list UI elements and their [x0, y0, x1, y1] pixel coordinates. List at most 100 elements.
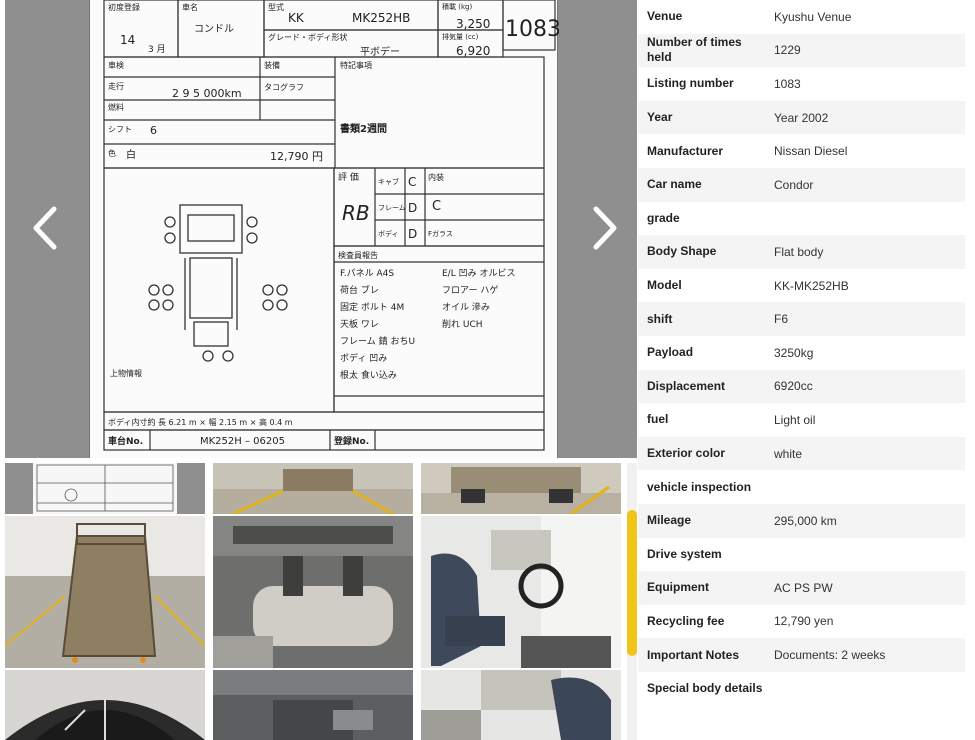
first-reg-label: 初度登録: [108, 2, 140, 12]
color-text: 白: [126, 148, 136, 161]
spec-row-times-held: Number of times held 1229: [638, 33, 965, 68]
spec-label: Number of times held: [647, 35, 742, 65]
spec-value: Light oil: [774, 412, 816, 427]
thumbnail-2[interactable]: [213, 463, 413, 514]
spec-row-listing-number: Listing number 1083: [638, 67, 965, 101]
spec-row-model: Model KK-MK252HB: [638, 269, 965, 303]
thumbnail-1[interactable]: [5, 463, 205, 514]
spec-value: 295,000 km: [774, 513, 837, 528]
note-right-2: フロアー ハゲ: [442, 284, 498, 296]
spec-row-displacement: Displacement 6920cc: [638, 369, 965, 404]
spec-value: Nissan Diesel: [774, 144, 848, 159]
note-1: F.パネル A4S: [340, 268, 394, 279]
spec-row-fuel: fuel Light oil: [638, 403, 965, 437]
car-name-label: 車名: [182, 2, 198, 12]
shift-text: 6: [150, 124, 157, 137]
displacement-text: 6,920: [456, 44, 490, 58]
tachograph-label: タコグラフ: [264, 82, 304, 92]
spec-label: Important Notes: [647, 647, 740, 662]
spec-value: Flat body: [774, 244, 824, 259]
grade-label: グレード・ボディ形状: [268, 32, 347, 42]
chevron-right-icon: [593, 206, 617, 250]
body-text: 平ボデー: [360, 45, 400, 58]
note-right-1: E/L 凹み オルビス: [442, 268, 515, 279]
spec-row-payload: Payload 3250kg: [638, 336, 965, 370]
first-reg-year: 14: [120, 33, 135, 47]
note-right-3: オイル 滲み: [442, 302, 490, 313]
registration-label: 登録No.: [333, 435, 369, 447]
note-4: 天板 ワレ: [340, 318, 379, 330]
spec-value: 1229: [774, 43, 801, 58]
lot-number-text: 1083: [505, 17, 559, 42]
note-7: 根太 食い込み: [340, 369, 397, 381]
chassis-no-text: MK252H – 06205: [200, 436, 285, 447]
thumbnail-7[interactable]: [5, 670, 205, 740]
spec-label: vehicle inspection: [647, 479, 752, 494]
spec-label: Recycling fee: [647, 613, 725, 628]
spec-row-vehicle-inspection: vehicle inspection: [638, 470, 965, 504]
spec-label: shift: [647, 311, 673, 326]
listing-page: 初度登録 14 3 月 車名 コンドル 型式 KK MK252HB グレード・ボ…: [0, 0, 975, 740]
spec-label: Payload: [647, 345, 694, 360]
spec-row-special-body-details: Special body details: [638, 672, 965, 706]
model-prefix: KK: [288, 11, 305, 25]
thumbnail-9[interactable]: [421, 670, 621, 740]
spec-label: Body Shape: [647, 244, 717, 259]
spec-row-year: Year Year 2002: [638, 100, 965, 135]
spec-value: F6: [774, 312, 789, 327]
thumbnail-8[interactable]: [213, 670, 413, 740]
shift-label: シフト: [108, 125, 132, 134]
first-reg-month: 3 月: [148, 44, 166, 55]
cargo-label: 上物情報: [110, 368, 142, 378]
spec-label: Model: [647, 278, 682, 293]
spec-value: 1083: [774, 76, 801, 91]
spec-label: Year: [647, 110, 673, 125]
spec-label: Special body details: [647, 681, 763, 696]
thumbnail-5[interactable]: [213, 516, 413, 668]
spec-label: grade: [647, 210, 680, 225]
spec-row-manufacturer: Manufacturer Nissan Diesel: [638, 134, 965, 168]
spec-value: 6920cc: [774, 379, 813, 394]
spec-label: Car name: [647, 177, 702, 192]
main-photo[interactable]: 初度登録 14 3 月 車名 コンドル 型式 KK MK252HB グレード・ボ…: [5, 0, 637, 458]
body-score: D: [408, 227, 417, 241]
thumbnail-3[interactable]: [421, 463, 621, 514]
spec-row-car-name: Car name Condor: [638, 167, 965, 202]
documents-note: 書類2週間: [340, 122, 387, 135]
displacement-label: 排気量 (cc): [442, 32, 479, 41]
chassis-label: 車台No.: [108, 435, 143, 447]
spec-label: Displacement: [647, 378, 726, 393]
inspection-label: 車検: [108, 60, 124, 70]
inspection-sheet-drawing: 初度登録 14 3 月 車名 コンドル 型式 KK MK252HB グレード・ボ…: [103, 0, 559, 451]
body-score-label: ボディ: [378, 229, 399, 238]
spec-row-body-shape: Body Shape Flat body: [638, 235, 965, 269]
model-label: 型式: [268, 2, 284, 12]
cab-score: C: [408, 175, 416, 189]
note-right-4: 削れ UCH: [442, 318, 483, 330]
spec-label: fuel: [647, 412, 669, 427]
equipment-label: 装備: [264, 60, 280, 70]
spec-value: Documents: 2 weeks: [774, 648, 886, 663]
previous-photo-button[interactable]: [23, 196, 67, 260]
spec-label: Venue: [647, 9, 683, 24]
spec-row-important-notes: Important Notes Documents: 2 weeks: [638, 638, 965, 672]
spec-value: Condor: [774, 177, 814, 192]
spec-label: Drive system: [647, 546, 722, 561]
note-2: 荷台 ブレ: [340, 284, 379, 296]
inspection-sheet: 初度登録 14 3 月 車名 コンドル 型式 KK MK252HB グレード・ボ…: [89, 0, 559, 458]
thumbnail-4[interactable]: [5, 516, 205, 668]
spec-value: Year 2002: [774, 110, 829, 125]
chevron-left-icon: [33, 206, 57, 250]
cab-label: キャブ: [378, 177, 399, 186]
grade-score-text: RB: [342, 201, 370, 225]
spec-label: Mileage: [647, 513, 692, 528]
spec-row-shift: shift F6: [638, 302, 965, 336]
thumbnail-scrollbar-thumb[interactable]: [627, 510, 637, 656]
model-code: MK252HB: [352, 11, 410, 25]
spec-label: Exterior color: [647, 446, 726, 461]
thumbnail-6[interactable]: [421, 516, 621, 668]
photo-gallery: 初度登録 14 3 月 車名 コンドル 型式 KK MK252HB グレード・ボ…: [0, 0, 640, 740]
spec-value: KK-MK252HB: [774, 278, 849, 293]
note-6: ボディ 凹み: [340, 352, 387, 364]
next-photo-button[interactable]: [583, 196, 627, 260]
